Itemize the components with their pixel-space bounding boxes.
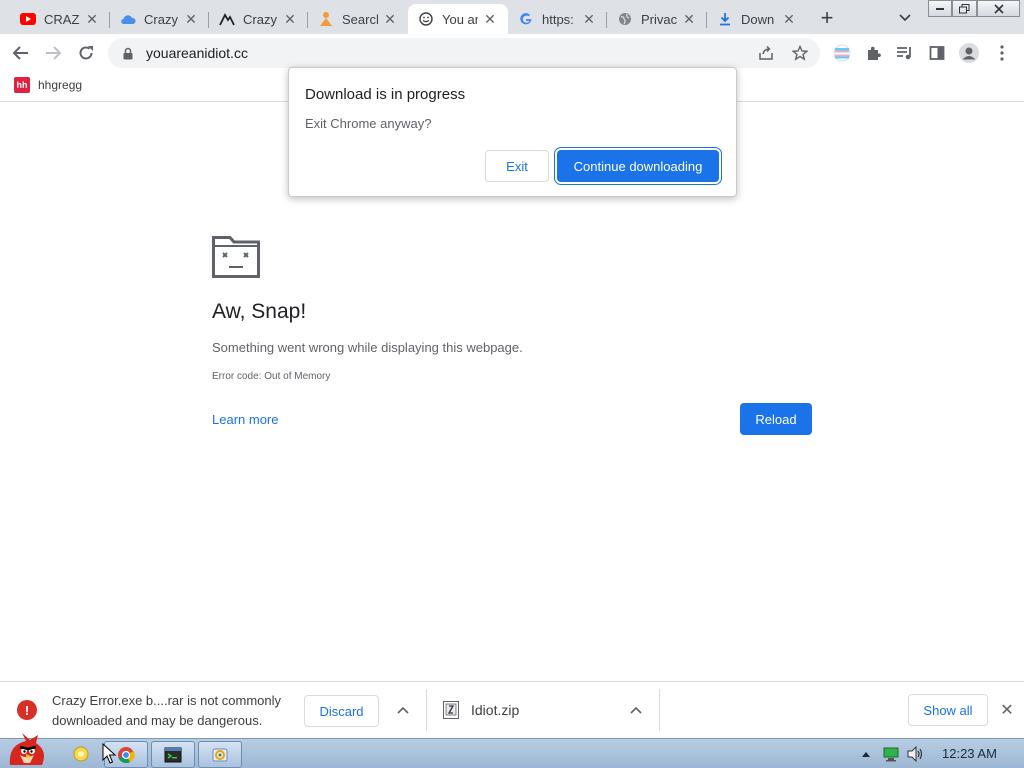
- show-hidden-icons-chevron-icon[interactable]: [858, 739, 874, 768]
- hhgregg-favicon-icon: hh: [14, 77, 30, 93]
- start-button-angry-bird-icon[interactable]: [2, 731, 50, 768]
- sad-folder-icon: [212, 236, 260, 283]
- tab-title: CRAZY: [44, 11, 80, 27]
- taskbar-clock[interactable]: 12:23 AM: [942, 746, 997, 761]
- sad-tab-title: Aw, Snap!: [212, 300, 307, 323]
- folder-quicklaunch-icon[interactable]: [72, 745, 90, 763]
- tab-3[interactable]: Crazy ✕: [209, 4, 308, 34]
- new-tab-button[interactable]: +: [814, 5, 840, 30]
- smiley-icon: [418, 11, 434, 27]
- tab-title: Crazy: [243, 11, 277, 27]
- chrome-icon: [118, 746, 135, 763]
- tab-title: Privacy: [641, 11, 677, 27]
- lock-icon[interactable]: [120, 47, 136, 60]
- back-button[interactable]: [7, 39, 35, 67]
- tab-search-chevron-icon[interactable]: [893, 6, 917, 30]
- show-all-button[interactable]: Show all: [908, 694, 988, 726]
- tab-7[interactable]: Privacy ✕: [607, 4, 707, 34]
- tab-close-icon[interactable]: ✕: [382, 11, 398, 27]
- tab-title: Search: [342, 11, 378, 27]
- bookmark-hhgregg[interactable]: hh hhgregg: [14, 77, 82, 93]
- minimize-button[interactable]: [928, 0, 952, 17]
- tab-strip: CRAZY ✕ Crazy ✕ Crazy ✕ Search ✕ You are…: [0, 0, 1024, 34]
- application-icon: [212, 748, 228, 761]
- bookmark-label: hhgregg: [38, 78, 83, 92]
- reload-button[interactable]: Reload: [740, 403, 812, 435]
- side-panel-icon[interactable]: [923, 39, 951, 67]
- download-in-progress-dialog: Download is in progress Exit Chrome anyw…: [288, 67, 737, 197]
- share-icon[interactable]: [758, 45, 774, 66]
- profile-avatar[interactable]: [955, 39, 983, 67]
- close-window-button[interactable]: [977, 0, 1020, 17]
- dangerous-download-warning: Crazy Error.exe b....rar is not commonly…: [52, 693, 282, 728]
- restore-button[interactable]: [952, 0, 977, 17]
- forward-button[interactable]: [39, 39, 67, 67]
- tab-8[interactable]: Down ✕: [707, 4, 807, 34]
- danger-warning-icon: !: [17, 700, 37, 720]
- tab-close-icon[interactable]: ✕: [681, 11, 697, 27]
- dialog-title: Download is in progress: [305, 86, 466, 103]
- url-text: youareanidiot.cc: [146, 45, 248, 61]
- globe-icon: [617, 11, 633, 27]
- download-icon: [717, 11, 733, 27]
- download-2-chevron-up-icon[interactable]: [626, 700, 646, 720]
- tab-close-icon[interactable]: ✕: [183, 11, 199, 27]
- network-icon[interactable]: [881, 739, 901, 768]
- continue-downloading-button[interactable]: Continue downloading: [557, 150, 719, 182]
- tab-close-icon[interactable]: ✕: [482, 11, 498, 27]
- discard-button[interactable]: Discard: [304, 695, 379, 727]
- volume-icon[interactable]: [905, 739, 925, 768]
- mountain-icon: [219, 11, 235, 27]
- address-bar[interactable]: youareanidiot.cc: [108, 38, 820, 68]
- app-taskbar-button[interactable]: [198, 741, 242, 768]
- bookmark-star-icon[interactable]: [791, 44, 809, 66]
- tab-5-active[interactable]: You are ✕: [408, 4, 508, 34]
- tab-close-icon[interactable]: ✕: [781, 11, 797, 27]
- dialog-message: Exit Chrome anyway?: [305, 116, 432, 131]
- close-shelf-icon[interactable]: ✕: [997, 700, 1017, 720]
- sad-tab-error-code: Error code: Out of Memory: [212, 371, 331, 382]
- person-icon: [318, 11, 334, 27]
- media-control-icon[interactable]: [891, 39, 919, 67]
- tab-title: Down: [741, 11, 775, 27]
- exit-button[interactable]: Exit: [485, 150, 549, 182]
- tab-title: You are: [442, 11, 478, 27]
- terminal-icon: [164, 747, 182, 762]
- tab-4[interactable]: Search ✕: [308, 4, 408, 34]
- tab-1[interactable]: CRAZY ✕: [10, 4, 110, 34]
- mouse-cursor-icon: [102, 742, 118, 765]
- tab-title: https:: [542, 11, 574, 27]
- google-g-icon: [518, 11, 534, 27]
- shelf-divider: [659, 689, 660, 731]
- tab-2[interactable]: Crazy ✕: [110, 4, 209, 34]
- learn-more-link[interactable]: Learn more: [212, 412, 278, 427]
- download-shelf: ! Crazy Error.exe b....rar is not common…: [0, 681, 1024, 738]
- download-file-name[interactable]: Idiot.zip: [471, 702, 519, 718]
- reload-toolbar-button[interactable]: [72, 39, 100, 67]
- extension-flag-icon[interactable]: [828, 39, 856, 67]
- tab-close-icon[interactable]: ✕: [282, 11, 298, 27]
- menu-kebab-icon[interactable]: [988, 39, 1016, 67]
- cloud-icon: [120, 11, 136, 27]
- tab-title: Crazy: [144, 11, 178, 27]
- zip-file-icon: [443, 701, 459, 719]
- tab-close-icon[interactable]: ✕: [581, 11, 597, 27]
- taskbar: 12:23 AM: [0, 733, 1024, 768]
- shelf-divider: [426, 689, 427, 731]
- youtube-icon: [20, 11, 36, 27]
- sad-tab-message: Something went wrong while displaying th…: [212, 340, 523, 355]
- download-1-chevron-up-icon[interactable]: [393, 700, 413, 720]
- terminal-taskbar-button[interactable]: [151, 741, 195, 768]
- tab-close-icon[interactable]: ✕: [84, 11, 100, 27]
- extensions-puzzle-icon[interactable]: [860, 39, 888, 67]
- tab-6[interactable]: https: ✕: [508, 4, 607, 34]
